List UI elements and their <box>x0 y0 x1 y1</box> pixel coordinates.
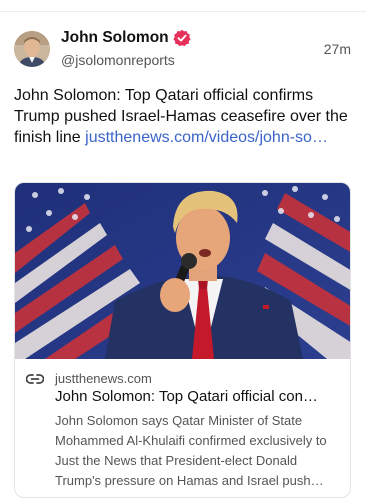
card-image[interactable] <box>15 183 350 359</box>
avatar-photo-icon <box>14 31 50 67</box>
link-icon <box>26 374 44 384</box>
card-meta[interactable]: justthenews.com John Solomon: Top Qatari… <box>15 359 350 497</box>
speaker-at-microphone-photo-icon <box>15 183 350 359</box>
post-card[interactable]: John Solomon @jsolomonreports 27m John S… <box>0 12 366 500</box>
card-title: John Solomon: Top Qatari official con… <box>55 388 318 405</box>
post-text: John Solomon: Top Qatari official confir… <box>14 85 354 148</box>
card-description: John Solomon says Qatar Minister of Stat… <box>55 413 327 488</box>
author-handle[interactable]: @jsolomonreports <box>61 52 175 68</box>
card-domain: justthenews.com <box>55 371 152 386</box>
verified-badge-icon <box>173 29 191 47</box>
author-name[interactable]: John Solomon <box>61 29 169 47</box>
author-avatar[interactable] <box>14 31 50 67</box>
link-preview-card[interactable]: justthenews.com John Solomon: Top Qatari… <box>14 182 351 498</box>
post-timestamp[interactable]: 27m <box>324 41 351 57</box>
post-link[interactable]: justthenews.com/videos/john-so… <box>85 129 328 146</box>
